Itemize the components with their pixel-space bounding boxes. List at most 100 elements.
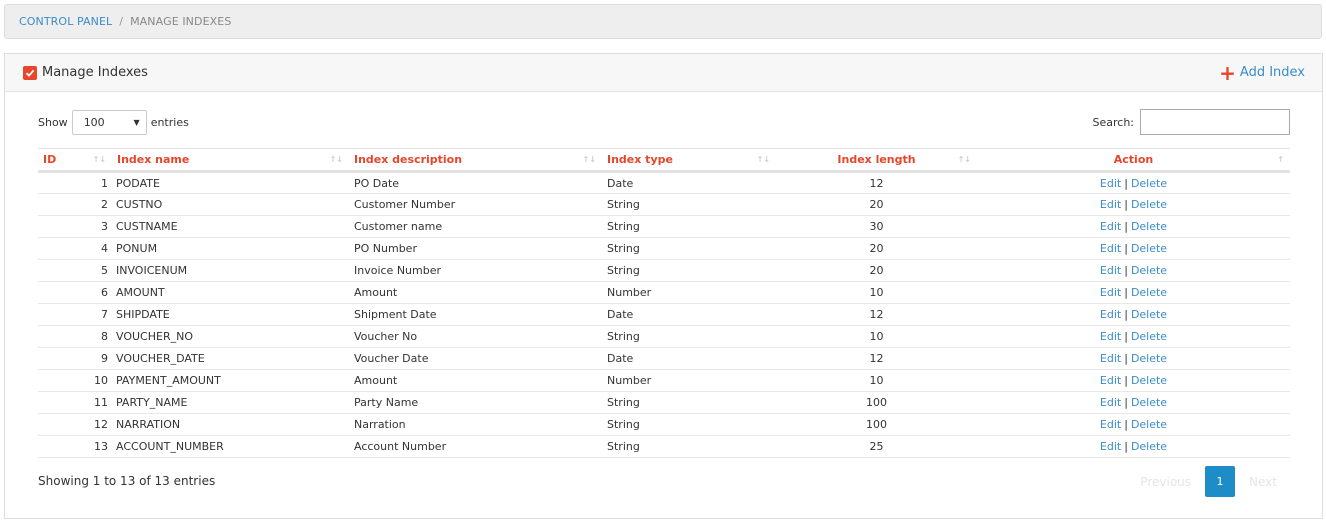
table-info: Showing 1 to 13 of 13 entries [38, 474, 216, 488]
edit-link[interactable]: Edit [1100, 264, 1121, 277]
add-index-label: Add Index [1239, 65, 1305, 80]
delete-link[interactable]: Delete [1131, 418, 1167, 431]
delete-link[interactable]: Delete [1131, 308, 1167, 321]
delete-link[interactable]: Delete [1131, 242, 1167, 255]
breadcrumb-control-panel-link[interactable]: CONTROL PANEL [19, 15, 112, 28]
pagination-previous[interactable]: Previous [1126, 475, 1205, 489]
cell-index-name: CUSTNO [112, 193, 349, 216]
entries-select-value: 100 [83, 115, 105, 129]
cell-index-type: String [602, 391, 776, 414]
delete-link[interactable]: Delete [1131, 220, 1167, 233]
cell-action: Edit | Delete [977, 435, 1290, 458]
cell-index-length: 20 [776, 193, 977, 216]
add-index-button[interactable]: + Add Index [1219, 60, 1305, 85]
column-header-index-type-label: Index type [607, 153, 673, 166]
pagination: Previous 1 Next [1126, 466, 1291, 497]
cell-index-length: 30 [776, 215, 977, 238]
sort-asc-icon: ↑↓ [92, 155, 106, 164]
cell-index-description: Narration [349, 413, 602, 436]
action-separator: | [1124, 330, 1128, 343]
search-input[interactable] [1140, 109, 1290, 135]
column-header-index-description[interactable]: Index description ↑↓ [349, 148, 602, 173]
cell-index-type: String [602, 193, 776, 216]
entries-select[interactable]: 100 ▼ [71, 109, 147, 135]
cell-action: Edit | Delete [977, 259, 1290, 282]
table-row: 9 VOUCHER_DATE Voucher Date Date 12 Edit | Dele… [38, 347, 1290, 370]
breadcrumb-current: MANAGE INDEXES [130, 15, 232, 28]
delete-link[interactable]: Delete [1131, 396, 1167, 409]
cell-index-name: PAYMENT_AMOUNT [112, 369, 349, 392]
edit-link[interactable]: Edit [1100, 330, 1121, 343]
delete-link[interactable]: Delete [1131, 286, 1167, 299]
table-header-row: ID ↑↓ Index name ↑↓ Index description ↑↓ In… [38, 148, 1290, 173]
column-header-id[interactable]: ID ↑↓ [38, 148, 112, 173]
delete-link[interactable]: Delete [1131, 177, 1167, 190]
edit-link[interactable]: Edit [1100, 177, 1121, 190]
table-row: 6 AMOUNT Amount Number 10 Edit | Delete [38, 281, 1290, 304]
delete-link[interactable]: Delete [1131, 352, 1167, 365]
panel-title-wrap: Manage Indexes [23, 65, 148, 80]
pagination-page-1[interactable]: 1 [1205, 466, 1236, 497]
delete-link[interactable]: Delete [1131, 264, 1167, 277]
column-header-index-type[interactable]: Index type ↑↓ [602, 148, 776, 173]
delete-link[interactable]: Delete [1131, 374, 1167, 387]
edit-link[interactable]: Edit [1100, 396, 1121, 409]
edit-link[interactable]: Edit [1100, 242, 1121, 255]
action-separator: | [1124, 440, 1128, 453]
cell-index-name: PONUM [112, 237, 349, 260]
edit-link[interactable]: Edit [1100, 418, 1121, 431]
sort-icon: ↑↓ [756, 155, 770, 164]
cell-index-type: String [602, 237, 776, 260]
cell-id: 3 [38, 215, 112, 238]
cell-index-name: PODATE [112, 171, 349, 194]
column-header-index-name[interactable]: Index name ↑↓ [112, 148, 349, 173]
cell-id: 11 [38, 391, 112, 414]
action-separator: | [1124, 418, 1128, 431]
edit-link[interactable]: Edit [1100, 352, 1121, 365]
sort-icon: ↑↓ [582, 155, 596, 164]
column-header-index-description-label: Index description [354, 153, 463, 166]
cell-action: Edit | Delete [977, 347, 1290, 370]
table-row: 12 NARRATION Narration String 100 Edit | Delete [38, 413, 1290, 436]
cell-index-name: NARRATION [112, 413, 349, 436]
cell-id: 1 [38, 171, 112, 194]
delete-link[interactable]: Delete [1131, 330, 1167, 343]
column-header-id-label: ID [43, 153, 57, 166]
column-header-action[interactable]: Action ↑ [977, 148, 1290, 173]
cell-index-name: VOUCHER_NO [112, 325, 349, 348]
pagination-next[interactable]: Next [1235, 475, 1291, 489]
cell-id: 4 [38, 237, 112, 260]
indexes-table: ID ↑↓ Index name ↑↓ Index description ↑↓ In… [38, 148, 1290, 458]
breadcrumb-separator: / [119, 15, 124, 28]
cell-action: Edit | Delete [977, 171, 1290, 194]
cell-index-description: Voucher Date [349, 347, 602, 370]
table-row: 13 ACCOUNT_NUMBER Account Number String 25 Ed… [38, 435, 1290, 458]
edit-link[interactable]: Edit [1100, 198, 1121, 211]
entries-label: entries [150, 115, 189, 129]
cell-index-description: PO Date [349, 171, 602, 194]
table-row: 7 SHIPDATE Shipment Date Date 12 Edit | Delete [38, 303, 1290, 326]
cell-index-description: Amount [349, 281, 602, 304]
delete-link[interactable]: Delete [1131, 440, 1167, 453]
action-separator: | [1124, 198, 1128, 211]
edit-link[interactable]: Edit [1100, 286, 1121, 299]
delete-link[interactable]: Delete [1131, 198, 1167, 211]
edit-link[interactable]: Edit [1100, 220, 1121, 233]
plus-icon: + [1219, 60, 1236, 85]
column-header-index-length[interactable]: Index length ↑↓ [776, 148, 977, 173]
edit-link[interactable]: Edit [1100, 308, 1121, 321]
cell-index-description: Voucher No [349, 325, 602, 348]
cell-index-type: Number [602, 281, 776, 304]
cell-index-type: String [602, 259, 776, 282]
show-label: Show [38, 115, 68, 129]
action-separator: | [1124, 308, 1128, 321]
cell-id: 9 [38, 347, 112, 370]
caret-down-icon: ▼ [133, 117, 140, 127]
edit-link[interactable]: Edit [1100, 440, 1121, 453]
edit-link[interactable]: Edit [1100, 374, 1121, 387]
cell-id: 13 [38, 435, 112, 458]
cell-id: 6 [38, 281, 112, 304]
table-row: 2 CUSTNO Customer Number String 20 Edit | Delet… [38, 193, 1290, 216]
column-header-action-label: Action [1113, 153, 1154, 166]
cell-id: 12 [38, 413, 112, 436]
